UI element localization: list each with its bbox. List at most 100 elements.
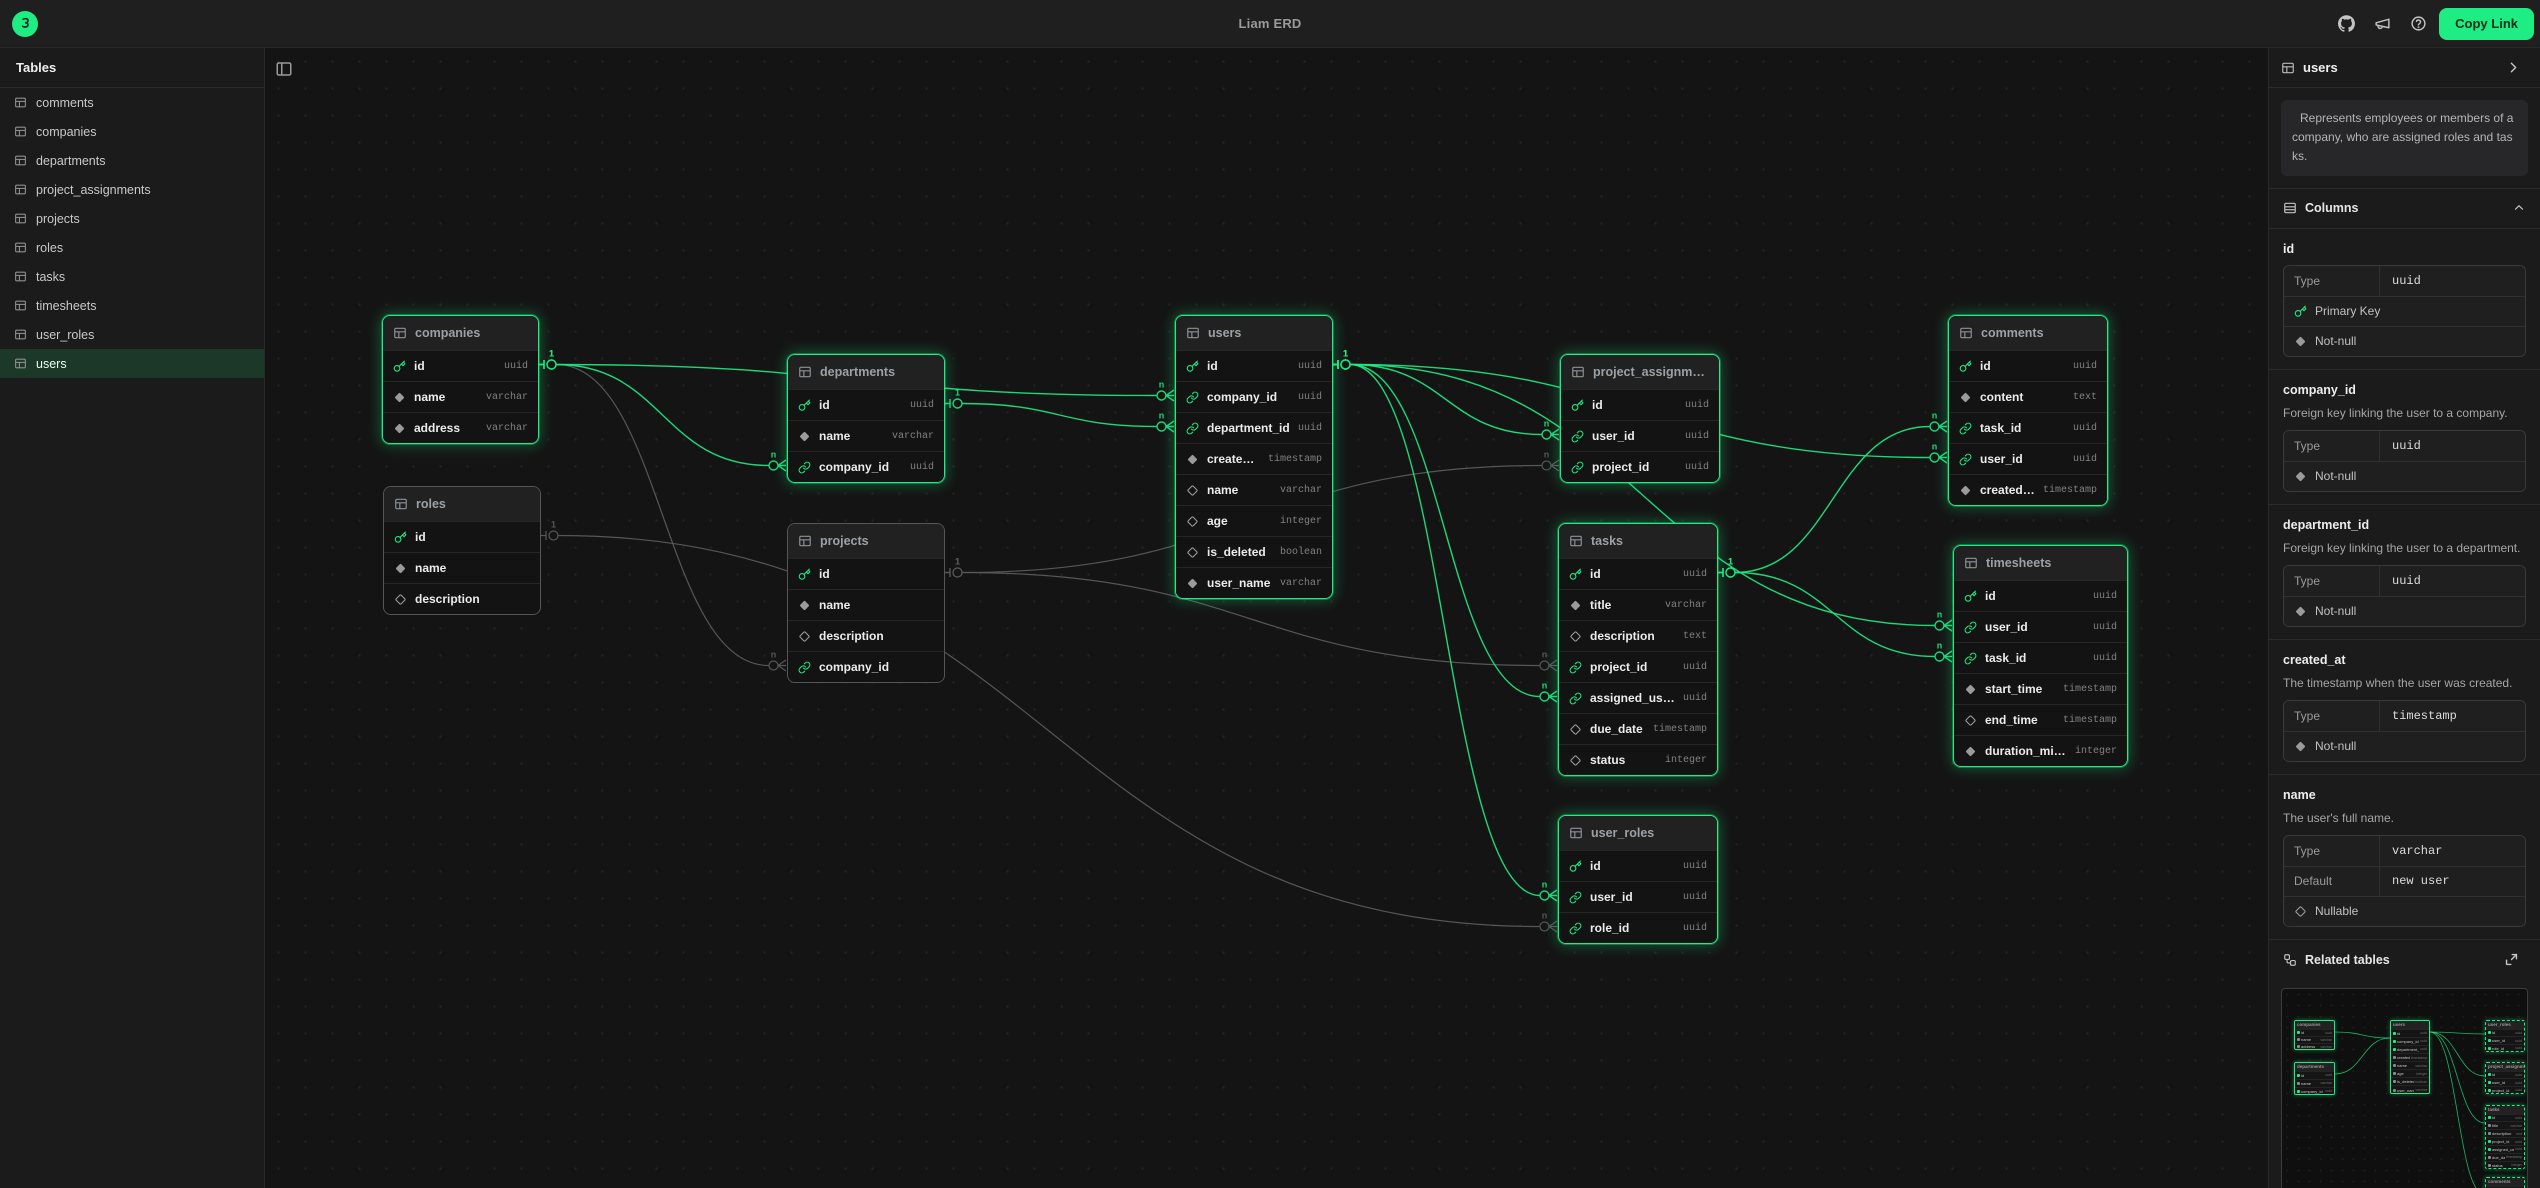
table-detail-panel: users Represents employees or members of… — [2268, 48, 2540, 1188]
erd-node-user_roles[interactable]: user_roles id uuid user_id uuid role_id … — [1558, 815, 1718, 944]
edge-users.id-project_assignments.user_id: 1n — [1333, 349, 1559, 441]
key-icon — [1569, 568, 1582, 581]
column-name: user_name — [1207, 576, 1272, 590]
column-name: title — [1590, 598, 1657, 612]
minimap-column-row: user_iduuid — [2486, 1036, 2524, 1044]
sidebar-item-users[interactable]: users — [0, 349, 264, 378]
erd-node-timesheets[interactable]: timesheets id uuid user_id uuid task_id … — [1953, 545, 2128, 767]
edge-tasks.id-timesheets.task_id: 1n — [1718, 557, 1952, 663]
sidebar-item-comments[interactable]: comments — [0, 88, 264, 117]
column-row-roles-name[interactable]: name — [384, 552, 540, 583]
column-row-users-is_deleted[interactable]: is_deleted boolean — [1176, 536, 1332, 567]
copy-link-button[interactable]: Copy Link — [2439, 8, 2534, 40]
column-row-companies-id[interactable]: id uuid — [383, 350, 538, 381]
attribute-label: Type — [2284, 836, 2380, 866]
column-row-user_roles-user_id[interactable]: user_id uuid — [1559, 881, 1717, 912]
column-row-project_assignments-user_id[interactable]: user_id uuid — [1561, 420, 1719, 451]
column-attributes-table: Type uuid Not-null — [2283, 430, 2526, 492]
column-row-users-company_id[interactable]: company_id uuid — [1176, 381, 1332, 412]
column-row-roles-description[interactable]: description — [384, 583, 540, 614]
column-row-comments-user_id[interactable]: user_id uuid — [1949, 443, 2107, 474]
node-body: id uuid name varchar address varchar — [383, 350, 538, 443]
column-row-timesheets-task_id[interactable]: task_id uuid — [1954, 642, 2127, 673]
column-row-users-id[interactable]: id uuid — [1176, 350, 1332, 381]
column-row-users-name[interactable]: name varchar — [1176, 474, 1332, 505]
sidebar-item-tasks[interactable]: tasks — [0, 262, 264, 291]
minimap-column-row: project_iduuid — [2486, 1086, 2524, 1094]
erd-node-companies[interactable]: companies id uuid name varchar address v… — [382, 315, 539, 444]
column-row-users-created_at[interactable]: created_at timestamp — [1176, 443, 1332, 474]
column-row-comments-task_id[interactable]: task_id uuid — [1949, 412, 2107, 443]
link-icon — [1571, 461, 1584, 474]
node-header: timesheets — [1954, 546, 2127, 580]
column-row-tasks-due_date[interactable]: due_date timestamp — [1559, 713, 1717, 744]
erd-node-tasks[interactable]: tasks id uuid title varchar description … — [1558, 523, 1718, 776]
erd-node-departments[interactable]: departments id uuid name varchar company… — [787, 354, 945, 483]
liam-logo[interactable] — [12, 11, 38, 37]
column-name: name — [414, 390, 478, 404]
column-row-users-user_name[interactable]: user_name varchar — [1176, 567, 1332, 598]
column-row-user_roles-role_id[interactable]: role_id uuid — [1559, 912, 1717, 943]
column-row-roles-id[interactable]: id — [384, 521, 540, 552]
column-detail-name: id — [2283, 241, 2526, 257]
erd-node-users[interactable]: users id uuid company_id uuid department… — [1175, 315, 1333, 599]
sidebar-item-roles[interactable]: roles — [0, 233, 264, 262]
github-button[interactable] — [2331, 9, 2361, 39]
erd-node-project_assignments[interactable]: project_assignments id uuid user_id uuid… — [1560, 354, 1720, 483]
column-row-comments-id[interactable]: id uuid — [1949, 350, 2107, 381]
column-row-companies-address[interactable]: address varchar — [383, 412, 538, 443]
key-icon — [1186, 360, 1199, 373]
table-name: projects — [820, 534, 869, 548]
column-row-timesheets-end_time[interactable]: end_time timestamp — [1954, 704, 2127, 735]
column-row-projects-name[interactable]: name — [788, 589, 944, 620]
column-row-companies-name[interactable]: name varchar — [383, 381, 538, 412]
minimap-column-row: namevarchar — [2295, 1036, 2334, 1043]
column-row-projects-company_id[interactable]: company_id — [788, 651, 944, 682]
column-row-timesheets-start_time[interactable]: start_time timestamp — [1954, 673, 2127, 704]
sidebar-item-projects[interactable]: projects — [0, 204, 264, 233]
column-row-timesheets-user_id[interactable]: user_id uuid — [1954, 611, 2127, 642]
erd-node-roles[interactable]: roles id name description — [383, 486, 541, 615]
announcements-button[interactable] — [2367, 9, 2397, 39]
column-row-departments-company_id[interactable]: company_id uuid — [788, 451, 944, 482]
sidebar-item-user_roles[interactable]: user_roles — [0, 320, 264, 349]
sidebar-item-companies[interactable]: companies — [0, 117, 264, 146]
sidebar-item-timesheets[interactable]: timesheets — [0, 291, 264, 320]
column-row-projects-id[interactable]: id — [788, 558, 944, 589]
column-row-project_assignments-id[interactable]: id uuid — [1561, 389, 1719, 420]
related-tables-minimap[interactable]: companies iduuidnamevarcharaddressvarcha… — [2281, 988, 2528, 1188]
diamond-hollow-icon — [798, 630, 811, 643]
column-name: company_id — [819, 660, 926, 674]
column-row-tasks-status[interactable]: status integer — [1559, 744, 1717, 775]
column-row-users-department_id[interactable]: department_id uuid — [1176, 412, 1332, 443]
sidebar-item-project_assignments[interactable]: project_assignments — [0, 175, 264, 204]
column-row-tasks-id[interactable]: id uuid — [1559, 558, 1717, 589]
column-name: description — [819, 629, 926, 643]
open-related-tables-button[interactable] — [2496, 945, 2526, 975]
column-row-timesheets-id[interactable]: id uuid — [1954, 580, 2127, 611]
megaphone-icon — [2374, 15, 2391, 32]
columns-section-header[interactable]: Columns — [2269, 189, 2540, 229]
sidebar-item-departments[interactable]: departments — [0, 146, 264, 175]
column-row-tasks-project_id[interactable]: project_id uuid — [1559, 651, 1717, 682]
erd-node-comments[interactable]: comments id uuid content text task_id uu… — [1948, 315, 2108, 506]
svg-text:1: 1 — [551, 520, 556, 530]
sidebar-item-label: roles — [36, 241, 63, 255]
column-row-users-age[interactable]: age integer — [1176, 505, 1332, 536]
column-row-project_assignments-project_id[interactable]: project_id uuid — [1561, 451, 1719, 482]
column-row-user_roles-id[interactable]: id uuid — [1559, 850, 1717, 881]
column-row-tasks-title[interactable]: title varchar — [1559, 589, 1717, 620]
column-row-projects-description[interactable]: description — [788, 620, 944, 651]
erd-canvas[interactable]: 1n1n1n1n1n1n1n1n1n1n1n1n1n1n companies i… — [265, 48, 2268, 1188]
column-row-comments-created_at[interactable]: created_at timestamp — [1949, 474, 2107, 505]
column-row-tasks-description[interactable]: description text — [1559, 620, 1717, 651]
column-row-comments-content[interactable]: content text — [1949, 381, 2107, 412]
column-row-tasks-assigned_user_id[interactable]: assigned_user_id uuid — [1559, 682, 1717, 713]
column-row-timesheets-duration_minutes[interactable]: duration_minutes integer — [1954, 735, 2127, 766]
sidebar-toggle-button[interactable] — [275, 60, 293, 81]
column-row-departments-name[interactable]: name varchar — [788, 420, 944, 451]
close-panel-button[interactable] — [2498, 53, 2528, 83]
erd-node-projects[interactable]: projects id name description company_id — [787, 523, 945, 683]
help-button[interactable] — [2403, 9, 2433, 39]
column-row-departments-id[interactable]: id uuid — [788, 389, 944, 420]
